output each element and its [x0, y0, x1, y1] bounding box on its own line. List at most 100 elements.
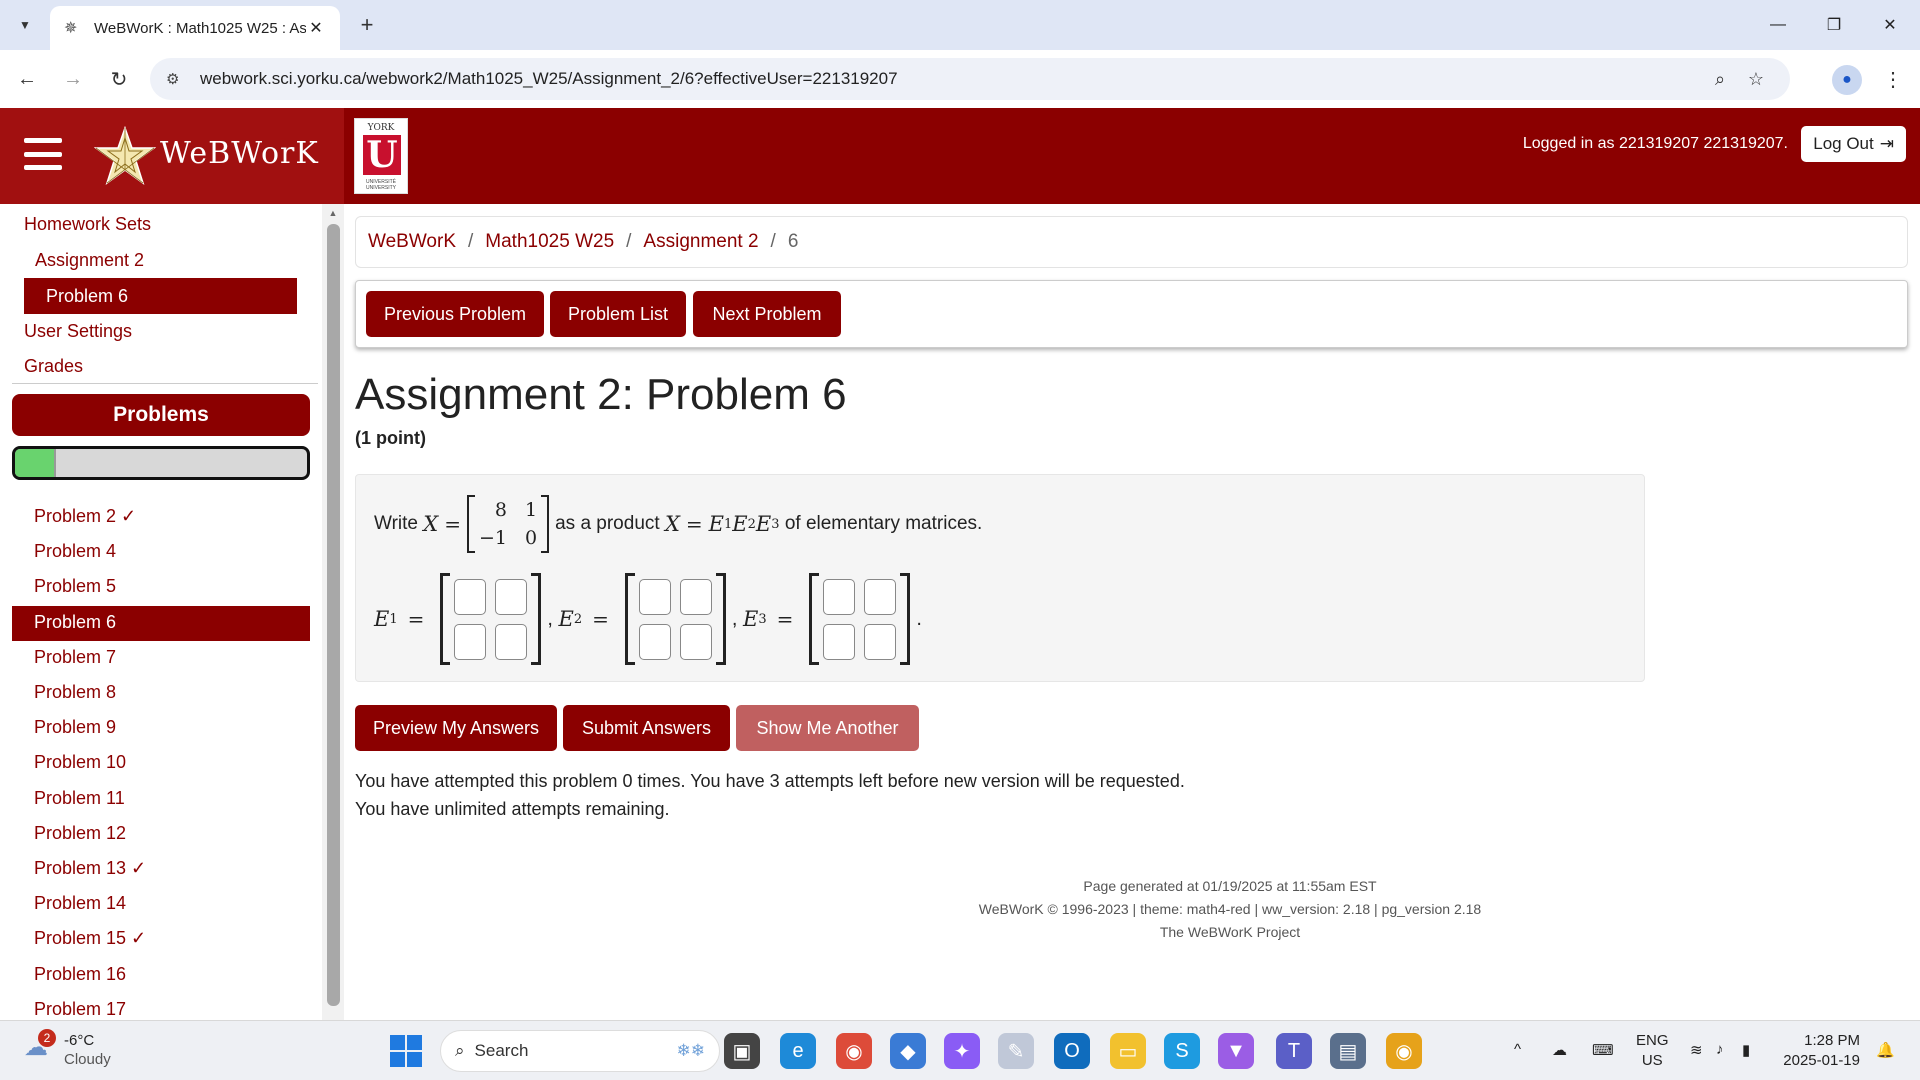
sidebar-link-assignment[interactable]: Assignment 2 [35, 250, 144, 271]
sidebar-link-user-settings[interactable]: User Settings [24, 321, 132, 342]
weather-widget[interactable]: -6°C Cloudy [64, 1031, 111, 1069]
taskbar-search[interactable]: ⌕ Search ❄❄ [440, 1030, 720, 1072]
remote-desktop-icon[interactable]: ▤ [1330, 1033, 1366, 1069]
submit-answers-button[interactable]: Submit Answers [563, 705, 730, 751]
url-text[interactable]: webwork.sci.yorku.ca/webwork2/Math1025_W… [200, 69, 1702, 89]
skype-icon[interactable]: S [1164, 1033, 1200, 1069]
battery-icon[interactable]: ▮ [1742, 1041, 1750, 1059]
breadcrumb-set[interactable]: Assignment 2 [643, 231, 758, 253]
back-icon[interactable]: ← [12, 64, 42, 94]
browser-toolbar: ← → ↻ ⚙ webwork.sci.yorku.ca/webwork2/Ma… [0, 50, 1920, 108]
sidebar-problem-item[interactable]: Problem 5 [12, 570, 310, 605]
minimize-icon[interactable]: — [1758, 8, 1798, 42]
next-problem-button[interactable]: Next Problem [693, 291, 841, 337]
progress-bar-fill [15, 449, 56, 477]
keyboard-icon[interactable]: ⌨ [1592, 1041, 1614, 1059]
footer-project-link[interactable]: The WeBWorK Project [730, 924, 1730, 940]
problem-list-button[interactable]: Problem List [550, 291, 686, 337]
taskbar: ☁ 2 -6°C Cloudy ⌕ Search ❄❄ ▣ e ◉ ◆ ✦ ✎ … [0, 1020, 1920, 1080]
sidebar-problem-item[interactable]: Problem 9 [12, 711, 310, 746]
new-tab-icon[interactable]: + [352, 10, 382, 40]
breadcrumb-webwork[interactable]: WeBWorK [368, 231, 456, 253]
chrome-icon[interactable]: ◉ [836, 1033, 872, 1069]
reload-icon[interactable]: ↻ [104, 64, 134, 94]
sidebar-link-current-problem[interactable]: Problem 6 [24, 278, 297, 314]
e1-cell-2-2[interactable] [495, 623, 528, 660]
e3-cell-1-1[interactable] [823, 578, 856, 615]
sidebar-problem-item[interactable]: Problem 2 ✓ [12, 500, 310, 535]
sidebar-problem-item[interactable]: Problem 17 [12, 993, 310, 1020]
problems-heading: Problems [12, 394, 310, 436]
sidebar-problem-item[interactable]: Problem 7 [12, 641, 310, 676]
footer-generated: Page generated at 01/19/2025 at 11:55am … [1083, 878, 1377, 894]
scroll-up-icon[interactable]: ▲ [322, 208, 344, 218]
e1-cell-1-1[interactable] [454, 578, 487, 615]
sidebar-scrollbar[interactable]: ▲ [322, 204, 344, 1020]
clock[interactable]: 1:28 PM 2025-01-19 [1780, 1031, 1860, 1071]
notepad-icon[interactable]: ✎ [998, 1033, 1034, 1069]
restore-icon[interactable]: ❐ [1814, 8, 1854, 42]
chrome-profile-icon[interactable]: ◉ [1386, 1033, 1422, 1069]
onedrive-icon[interactable]: ☁ [1552, 1041, 1567, 1059]
close-tab-icon[interactable]: ✕ [306, 18, 326, 38]
address-bar[interactable]: ⚙ webwork.sci.yorku.ca/webwork2/Math1025… [150, 58, 1790, 100]
task-view-icon[interactable]: ▣ [724, 1033, 760, 1069]
tab-list-button[interactable]: ▼ [10, 10, 40, 40]
sidebar-problem-item[interactable]: Problem 11 [12, 782, 310, 817]
volume-icon[interactable]: ♪ [1716, 1041, 1724, 1058]
sidebar-problem-item[interactable]: Problem 15 ✓ [12, 922, 310, 957]
sidebar-problem-item[interactable]: Problem 10 [12, 746, 310, 781]
hamburger-menu-icon[interactable] [24, 138, 62, 170]
sidebar-problem-item[interactable]: Problem 14 [12, 887, 310, 922]
sidebar-problem-item[interactable]: Problem 13 ✓ [12, 852, 310, 887]
preview-answers-button[interactable]: Preview My Answers [355, 705, 557, 751]
previous-problem-button[interactable]: Previous Problem [366, 291, 544, 337]
e3-cell-2-1[interactable] [823, 623, 856, 660]
m365-icon[interactable]: ◆ [890, 1033, 926, 1069]
logout-button[interactable]: Log Out ⇥ [1801, 126, 1906, 162]
copilot-icon[interactable]: ✦ [944, 1033, 980, 1069]
e3-cell-1-2[interactable] [864, 578, 897, 615]
sidebar-link-homework-sets[interactable]: Homework Sets [24, 214, 151, 235]
e1-cell-1-2[interactable] [495, 578, 528, 615]
file-explorer-icon[interactable]: ▭ [1110, 1033, 1146, 1069]
windows-start-icon[interactable] [390, 1035, 422, 1067]
york-university-logo[interactable]: YORK U UNIVERSITÉ UNIVERSITY [354, 118, 408, 194]
sidebar-problem-item[interactable]: Problem 12 [12, 817, 310, 852]
tray-overflow-icon[interactable]: ^ [1514, 1041, 1521, 1058]
bookmark-star-icon[interactable]: ☆ [1738, 69, 1774, 90]
teams-icon[interactable]: T [1276, 1033, 1312, 1069]
sidebar-problem-item[interactable]: Problem 4 [12, 535, 310, 570]
breadcrumb-separator: / [626, 231, 632, 252]
browser-menu-icon[interactable]: ⋮ [1880, 64, 1906, 94]
edge-icon[interactable]: e [780, 1033, 816, 1069]
sidebar-problem-item[interactable]: Problem 8 [12, 676, 310, 711]
sidebar-problem-item[interactable]: Problem 6 [12, 605, 310, 641]
e2-cell-1-1[interactable] [638, 578, 671, 615]
vpn-icon[interactable]: ▼ [1218, 1033, 1254, 1069]
close-window-icon[interactable]: ✕ [1870, 8, 1910, 42]
browser-tab[interactable]: ✵ WeBWorK : Math1025 W25 : As ✕ [50, 6, 340, 50]
e2-cell-2-1[interactable] [638, 623, 671, 660]
profile-avatar-icon[interactable]: ● [1832, 65, 1862, 95]
wifi-icon[interactable]: ≋ [1690, 1041, 1703, 1059]
e1-cell-2-1[interactable] [454, 623, 487, 660]
webwork-logo-text[interactable]: WeBWorK [160, 136, 319, 171]
breadcrumb-course[interactable]: Math1025 W25 [485, 231, 614, 253]
e2-cell-2-2[interactable] [679, 623, 712, 660]
show-me-another-button[interactable]: Show Me Another [736, 705, 919, 751]
forward-icon[interactable]: → [58, 64, 88, 94]
problem-points: (1 point) [355, 428, 426, 448]
scrollbar-thumb[interactable] [327, 224, 340, 1006]
site-info-icon[interactable]: ⚙ [166, 70, 190, 88]
zoom-icon[interactable]: ⌕ [1702, 69, 1738, 90]
webwork-favicon-icon: ✵ [64, 20, 78, 37]
e2-cell-1-2[interactable] [679, 578, 712, 615]
notifications-icon[interactable]: 🔔 [1876, 1041, 1895, 1059]
e3-cell-2-2[interactable] [864, 623, 897, 660]
sidebar-link-grades[interactable]: Grades [24, 356, 83, 377]
brand-bar: WeBWorK [0, 108, 344, 204]
outlook-icon[interactable]: O [1054, 1033, 1090, 1069]
language-indicator[interactable]: ENG US [1636, 1031, 1669, 1071]
sidebar-problem-item[interactable]: Problem 16 [12, 958, 310, 993]
